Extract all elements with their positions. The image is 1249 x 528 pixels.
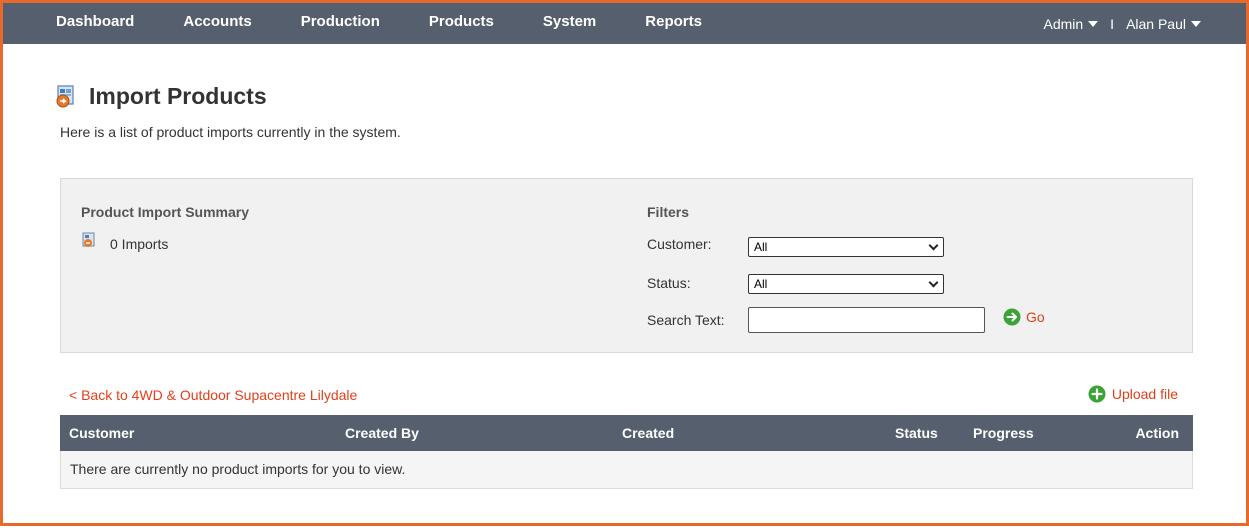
app-frame: Dashboard Accounts Production Products S… (0, 0, 1249, 526)
chevron-down-icon (928, 277, 939, 288)
upload-file-button[interactable]: Upload file (1088, 385, 1178, 403)
admin-dropdown[interactable]: Admin (1043, 15, 1099, 32)
upload-file-label: Upload file (1111, 386, 1178, 402)
main-menu: Dashboard Accounts Production Products S… (56, 3, 751, 44)
import-count-text: 0 Imports (110, 235, 169, 252)
go-button[interactable]: Go (1003, 308, 1045, 326)
user-dropdown[interactable]: Alan Paul (1126, 16, 1201, 32)
top-nav: Dashboard Accounts Production Products S… (3, 3, 1246, 44)
column-progress: Progress (973, 425, 1034, 441)
imports-table-body: There are currently no product imports f… (60, 451, 1193, 489)
column-status: Status (895, 425, 938, 441)
customer-filter-select[interactable]: All (748, 237, 944, 257)
add-circle-icon (1088, 385, 1106, 403)
summary-heading: Product Import Summary (81, 204, 250, 220)
user-menu: Admin I Alan Paul (1043, 3, 1201, 44)
search-text-input[interactable] (748, 307, 985, 333)
nav-reports[interactable]: Reports (645, 3, 702, 44)
import-count: 0 Imports (81, 232, 169, 252)
customer-filter-value: All (754, 240, 768, 254)
page-title: Import Products (89, 83, 267, 109)
nav-production[interactable]: Production (301, 3, 380, 44)
nav-system[interactable]: System (543, 3, 596, 44)
column-created-by: Created By (345, 425, 419, 441)
back-link[interactable]: < Back to 4WD & Outdoor Supacentre Lilyd… (69, 387, 357, 403)
customer-filter-label: Customer: (647, 236, 712, 252)
caret-down-icon (1191, 20, 1201, 27)
caret-down-icon (1088, 20, 1099, 27)
status-filter-label: Status: (647, 275, 691, 291)
status-filter-value: All (754, 277, 768, 291)
nav-accounts[interactable]: Accounts (183, 3, 251, 44)
go-arrow-icon (1003, 308, 1021, 326)
empty-table-message: There are currently no product imports f… (70, 461, 406, 477)
import-summary-icon (81, 232, 98, 249)
admin-label: Admin (1043, 15, 1084, 32)
column-created: Created (622, 425, 675, 441)
filters-heading: Filters (647, 204, 690, 220)
nav-products[interactable]: Products (429, 3, 494, 44)
nav-dashboard[interactable]: Dashboard (56, 3, 134, 44)
search-text-label: Search Text: (647, 312, 725, 328)
summary-filter-panel: Product Import Summary 0 Imports Filters… (60, 178, 1193, 353)
imports-table-header: Customer Created By Created Status Progr… (60, 415, 1193, 451)
chevron-down-icon (928, 240, 939, 251)
column-action: Action (1135, 425, 1179, 441)
status-filter-select[interactable]: All (748, 274, 944, 294)
nav-separator: I (1110, 15, 1115, 32)
user-label: Alan Paul (1126, 15, 1186, 32)
column-customer: Customer (69, 425, 135, 441)
page-subtitle: Here is a list of product imports curren… (60, 124, 401, 140)
go-label: Go (1026, 309, 1045, 325)
import-products-icon (55, 84, 79, 109)
page-header: Import Products (55, 83, 267, 110)
